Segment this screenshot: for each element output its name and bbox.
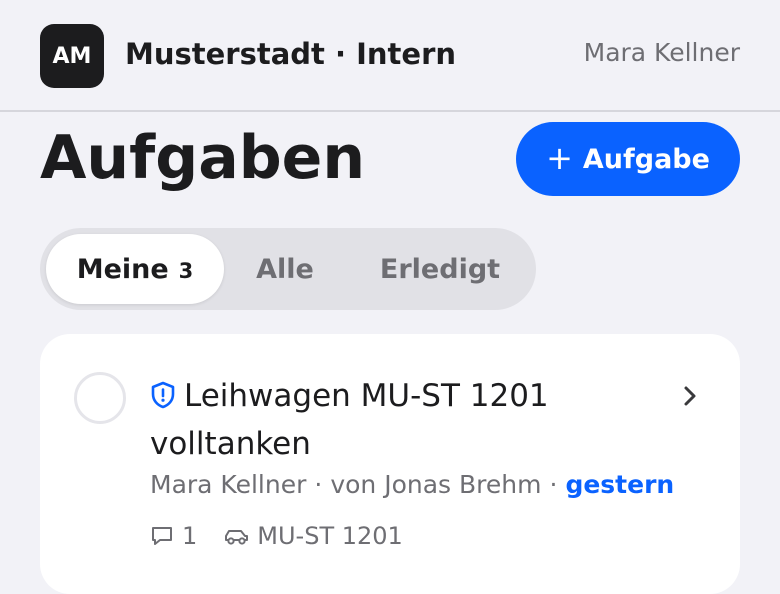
comment-icon [152, 527, 172, 545]
plus-icon: + [546, 139, 573, 177]
org-name: Musterstadt · Intern [125, 37, 457, 71]
task-complete-checkbox[interactable] [74, 372, 126, 424]
shield-icon [151, 381, 175, 409]
task-card[interactable]: Leihwagen MU-ST 1201 volltanken Mara Kel… [40, 334, 740, 594]
top-bar: AM Musterstadt · Intern Mara Kellner [0, 0, 780, 112]
tab-meine-count: 3 [178, 259, 194, 283]
tab-alle-label: Alle [256, 253, 314, 285]
task-title-text: Leihwagen MU-ST 1201 volltanken [150, 378, 549, 462]
add-task-button-label: Aufgabe [582, 143, 710, 175]
comment-count: 1 [182, 522, 198, 550]
tab-alle[interactable]: Alle [230, 234, 340, 304]
meta-separator: · [314, 470, 323, 499]
task-assignee: Mara Kellner [150, 470, 307, 499]
add-task-button[interactable]: + Aufgabe [516, 122, 740, 196]
meta-separator: · [549, 470, 558, 499]
task-meta: Mara Kellner · von Jonas Brehm · gestern [150, 470, 674, 499]
tab-meine-label: Meine [76, 253, 169, 285]
task-created-by: von Jonas Brehm [330, 470, 542, 499]
task-filter-tabs: Meine 3 Alle Erledigt [40, 228, 536, 310]
task-vehicle: MU-ST 1201 [257, 522, 403, 550]
chevron-right-icon[interactable] [678, 382, 702, 410]
logo-initials: AM [52, 43, 92, 69]
page-title: Aufgaben [40, 123, 366, 193]
task-footer: 1 MU-ST 1201 [150, 522, 403, 550]
tab-erledigt-label: Erledigt [379, 253, 501, 285]
car-icon [225, 530, 249, 545]
task-when: gestern [565, 470, 675, 499]
tab-erledigt[interactable]: Erledigt [358, 234, 522, 304]
user-name[interactable]: Mara Kellner [584, 38, 740, 67]
tab-meine[interactable]: Meine 3 [46, 234, 224, 304]
org-logo[interactable]: AM [40, 24, 104, 88]
task-title: Leihwagen MU-ST 1201 volltanken [150, 372, 610, 468]
